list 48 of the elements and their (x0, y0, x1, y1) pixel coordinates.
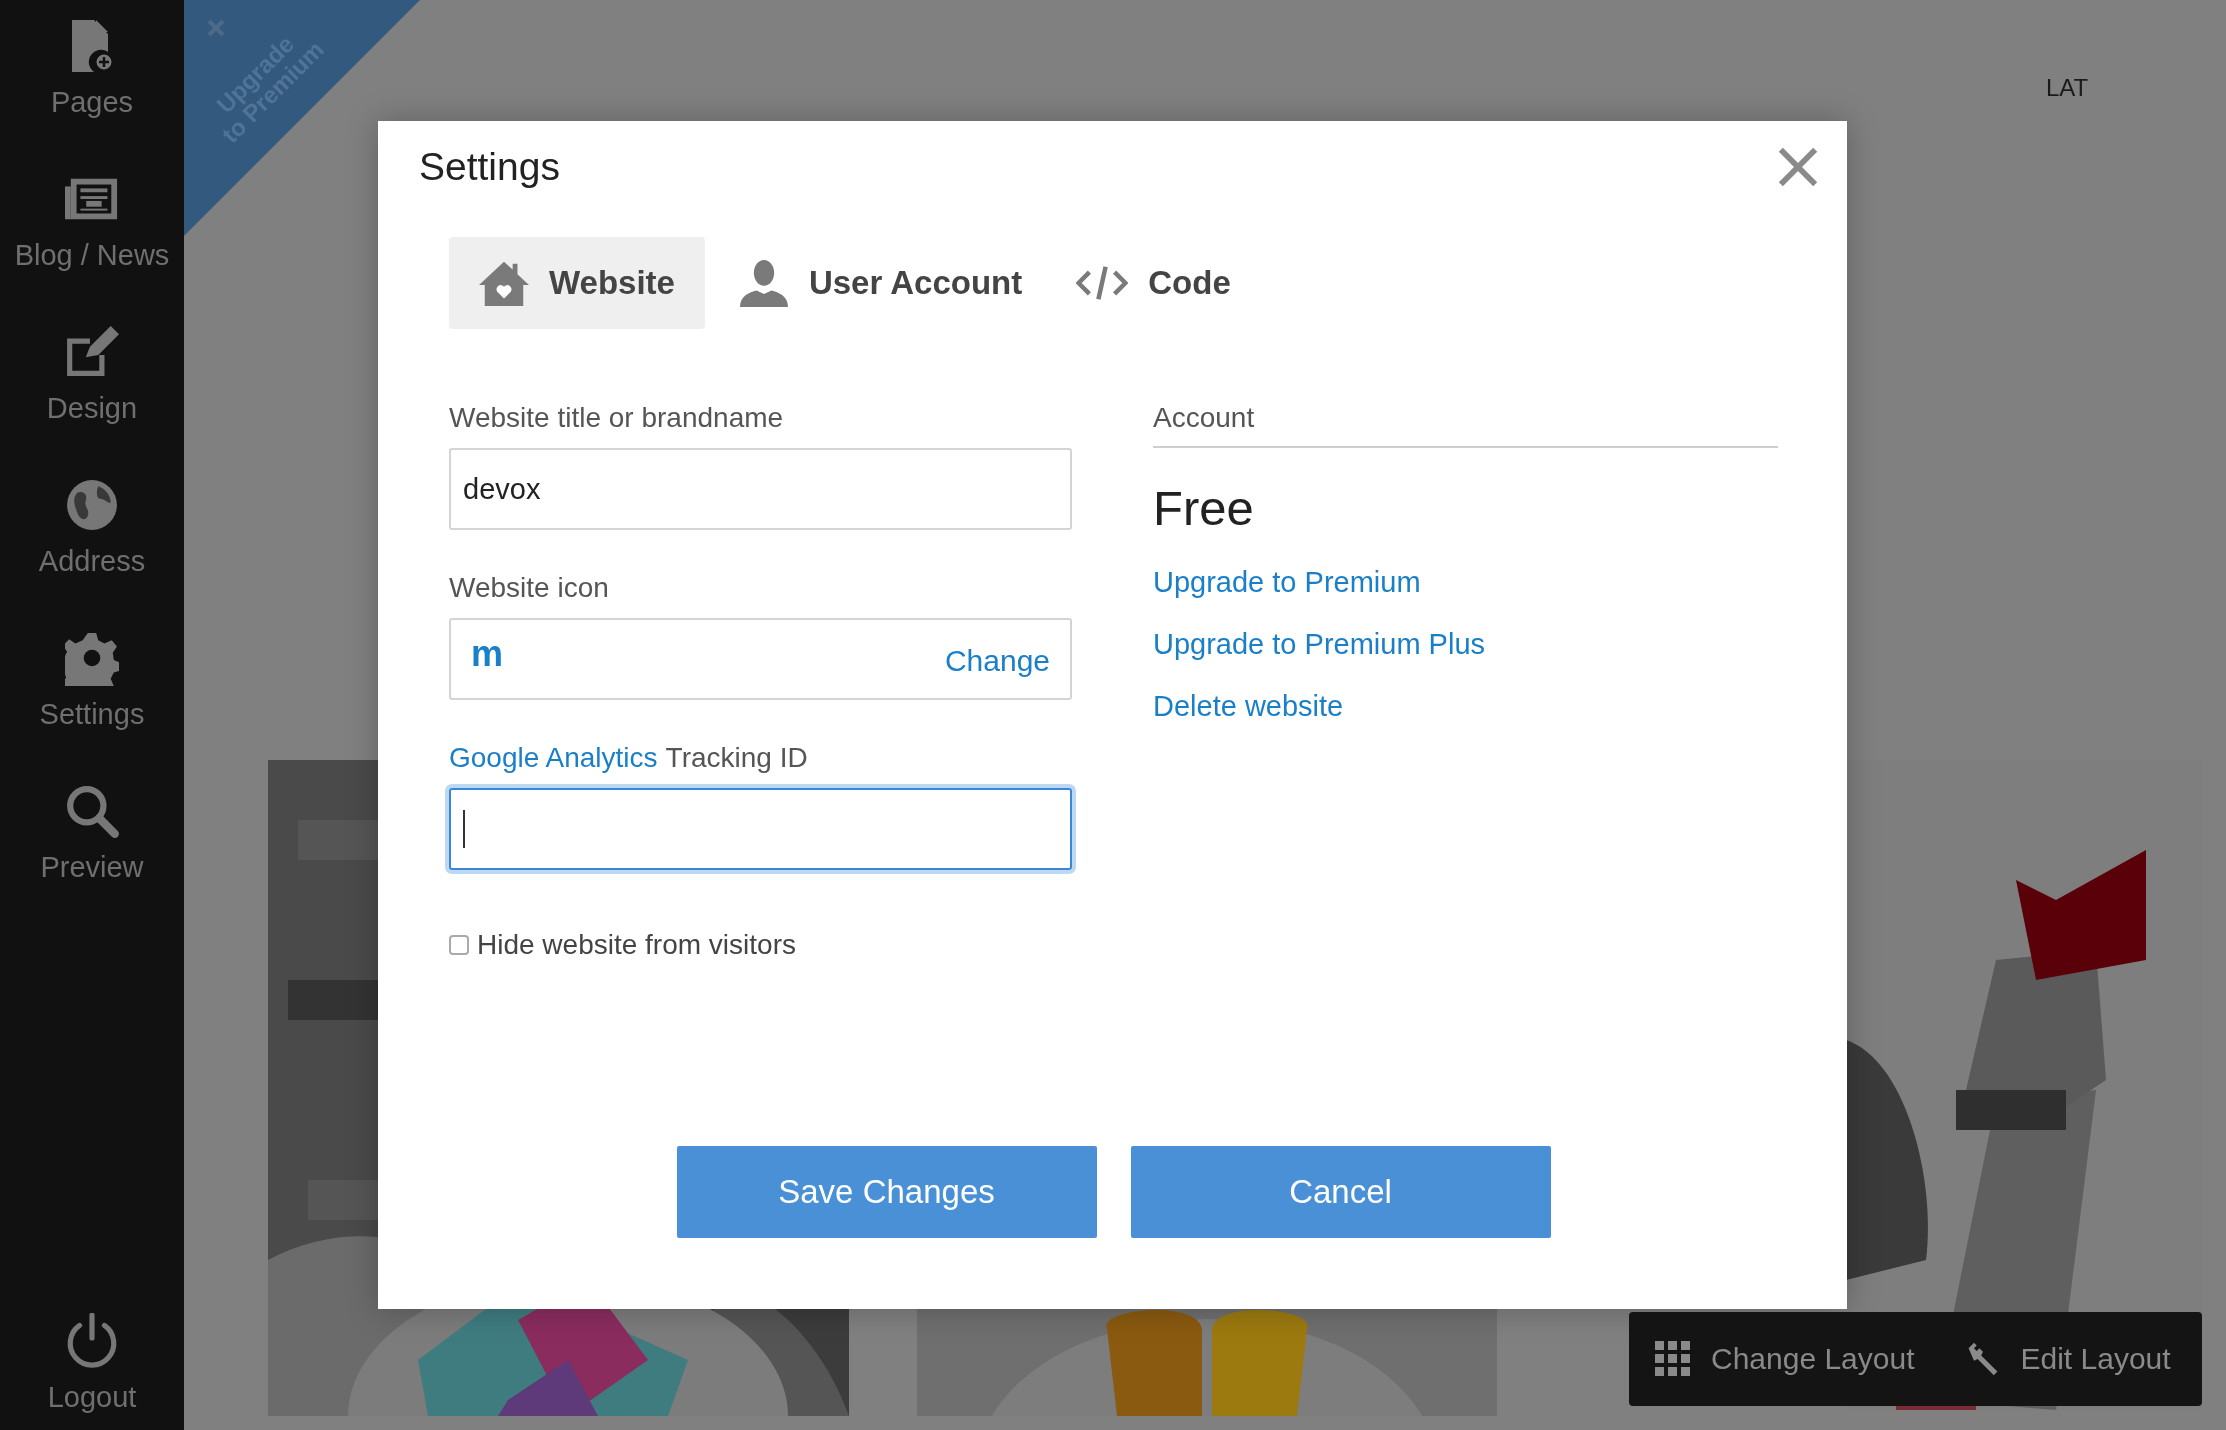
text-cursor (463, 810, 465, 848)
field-label: Website title or brandname (449, 401, 785, 435)
checkbox[interactable] (449, 935, 469, 955)
account-link[interactable]: Delete website (1153, 688, 1344, 724)
field-label: Google Analytics Tracking ID (449, 741, 809, 775)
section-heading: Account (1153, 402, 1255, 433)
input-field[interactable]: devox (449, 448, 1072, 530)
tab[interactable]: Code (1056, 237, 1251, 329)
sidebar-item[interactable]: Preview (0, 783, 184, 884)
user-icon (738, 259, 789, 307)
plan-name: Free (1153, 480, 1255, 536)
toolbar-button[interactable]: Change Layout (1655, 1341, 1915, 1377)
sidebar-label: Design (46, 392, 138, 425)
close-icon[interactable] (1777, 146, 1819, 188)
sidebar-item[interactable]: Pages (0, 18, 184, 119)
sidebar-item[interactable]: Design (0, 324, 184, 425)
field-label: Website icon (449, 571, 610, 605)
change-link[interactable]: Change (944, 644, 1050, 678)
power-icon (65, 1313, 119, 1369)
sidebar-label: Preview (40, 851, 144, 884)
search-icon (65, 783, 119, 839)
sidebar-label: Logout (47, 1381, 137, 1414)
house-icon (479, 259, 529, 307)
sidebar-label: Address (38, 545, 146, 578)
cancel-button[interactable]: Cancel (1130, 1146, 1551, 1238)
sidebar-label: Settings (39, 698, 145, 731)
toolbar-button[interactable]: Edit Layout (1964, 1341, 2171, 1377)
site-logo: m (471, 636, 503, 672)
settings-icon (65, 630, 119, 686)
analytics-link[interactable]: Google Analytics (449, 742, 658, 773)
sidebar-item[interactable]: Settings (0, 630, 184, 731)
dialog-title: Settings (419, 145, 560, 189)
language-label[interactable]: LAT (2046, 74, 2089, 102)
sidebar-label: Blog / News (14, 239, 170, 272)
save-button[interactable]: Save Changes (676, 1146, 1097, 1238)
input-value: devox (463, 472, 541, 506)
sidebar-item[interactable]: Blog / News (0, 171, 184, 272)
account-link[interactable]: Upgrade to Premium Plus (1153, 626, 1486, 662)
grid-icon (1655, 1341, 1691, 1377)
logout-button[interactable]: Logout (0, 1313, 184, 1414)
globe-icon (65, 477, 119, 533)
checkbox-label: Hide website from visitors (477, 929, 796, 961)
tab[interactable]: Website (449, 237, 705, 329)
account-link[interactable]: Upgrade to Premium (1153, 564, 1421, 600)
code-icon (1076, 265, 1129, 301)
tab[interactable]: User Account (718, 237, 1043, 329)
sidebar-item[interactable]: Address (0, 477, 184, 578)
sidebar-label: Pages (50, 86, 134, 119)
